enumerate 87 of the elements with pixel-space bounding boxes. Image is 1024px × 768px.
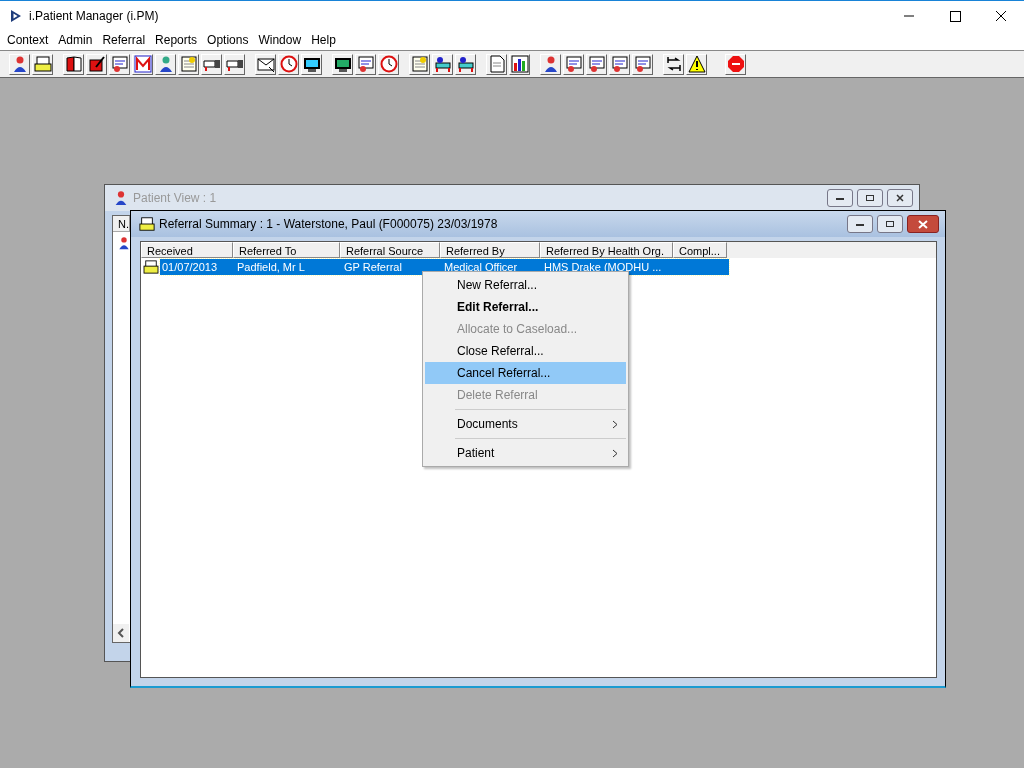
book-icon (64, 55, 83, 73)
restore-icon (865, 194, 875, 202)
restore-button[interactable] (857, 189, 883, 207)
bar-chart-icon (510, 55, 529, 73)
window-title: i.Patient Manager (i.PM) (29, 8, 160, 23)
table-cell-text: Medical Officer (443, 260, 519, 273)
minimize-button[interactable] (847, 215, 873, 233)
table-cell-text: Padfield, Mr L (236, 260, 306, 273)
toolbar-button[interactable] (155, 53, 176, 75)
printer-icon (33, 55, 52, 73)
minimize-button[interactable] (827, 189, 853, 207)
column-header[interactable]: Referred By Health Org. (540, 242, 673, 258)
menu-item[interactable]: Admin (53, 33, 98, 47)
printer-icon (139, 216, 155, 232)
document-icon (110, 55, 129, 73)
close-icon (895, 194, 905, 202)
menu-item[interactable]: Patient (425, 442, 626, 464)
bed-icon (456, 55, 475, 73)
column-header[interactable]: Referred By (440, 242, 540, 258)
toolbar-button[interactable] (301, 53, 322, 75)
menu-item[interactable]: Documents (425, 413, 626, 435)
monitor-icon (333, 55, 352, 73)
clock-icon (279, 55, 298, 73)
monitor-icon (302, 55, 321, 73)
notepad-icon (87, 55, 106, 73)
column-header[interactable]: Referral Source (340, 242, 440, 258)
close-icon (917, 219, 929, 229)
toolbar-button[interactable] (455, 53, 476, 75)
person-icon (113, 190, 129, 206)
toolbar-button[interactable] (63, 53, 84, 75)
menu-item[interactable]: Window (253, 33, 307, 47)
toolbar-button[interactable] (86, 53, 107, 75)
app-logo-icon (9, 8, 23, 23)
envelope-icon (256, 55, 275, 73)
bed-icon (433, 55, 452, 73)
close-button[interactable] (907, 215, 939, 233)
menu-item[interactable]: Close Referral... (425, 340, 626, 362)
toolbar-button[interactable] (509, 53, 530, 75)
chevron-right-icon (612, 419, 618, 429)
restore-button[interactable] (877, 215, 903, 233)
window-title: Patient View : 1 (133, 191, 217, 205)
stop-sign-icon (726, 55, 745, 73)
table-row[interactable]: 01/07/2013 Padfield, Mr L GP Referral Medical Officer HMS Drake (MODHU ... (160, 258, 729, 275)
close-button[interactable] (887, 189, 913, 207)
toolbar-button[interactable] (540, 53, 561, 75)
toolbar-button[interactable] (255, 53, 276, 75)
form-icon (564, 55, 583, 73)
chevron-right-icon (612, 448, 618, 458)
letter-icon (133, 55, 152, 73)
toolbar-button[interactable] (663, 53, 684, 75)
warning-icon (687, 55, 706, 73)
window-title: Referral Summary : 1 - Waterstone, Paul (F000075) 23/03/1978 (159, 217, 498, 231)
form-icon (633, 55, 652, 73)
scroll-left-button[interactable] (113, 624, 129, 642)
table-cell-text: 01/07/2013 (161, 260, 219, 273)
toolbar-button[interactable] (432, 53, 453, 75)
form-icon (587, 55, 606, 73)
menu-item[interactable]: Context (2, 33, 54, 47)
menu-item[interactable]: Help (306, 33, 341, 47)
chevron-left-icon (117, 628, 125, 638)
arrows-icon (664, 55, 683, 73)
minimize-icon (855, 221, 865, 227)
toolbar-button[interactable] (686, 53, 707, 75)
printer-icon (143, 259, 159, 274)
toolbar-button[interactable] (332, 53, 353, 75)
page-icon (487, 55, 506, 73)
table-cell-text: HMS Drake (MODHU ... (543, 260, 663, 273)
menu-item[interactable]: Reports (150, 33, 203, 47)
table-cell-text: GP Referral (343, 260, 403, 273)
note-icon (179, 55, 198, 73)
column-header[interactable]: Referred To (233, 242, 340, 258)
toolbar-button[interactable] (9, 53, 30, 75)
menu-item[interactable]: Referral (97, 33, 151, 47)
menu-item[interactable]: Options (202, 33, 254, 47)
toolbar-button[interactable] (32, 53, 53, 75)
column-header[interactable]: N. (113, 216, 130, 232)
menu-item[interactable]: Edit Referral... (425, 296, 626, 318)
minimize-icon (835, 195, 845, 201)
menu-item[interactable]: Cancel Referral... (425, 362, 626, 384)
menu-item[interactable]: New Referral... (425, 274, 626, 296)
person-icon (117, 236, 131, 250)
form-icon (610, 55, 629, 73)
notepad-icon (410, 55, 429, 73)
column-header[interactable]: Compl... (673, 242, 727, 258)
restore-icon (885, 220, 895, 228)
column-header[interactable]: Received (141, 242, 233, 258)
form-icon (356, 55, 375, 73)
